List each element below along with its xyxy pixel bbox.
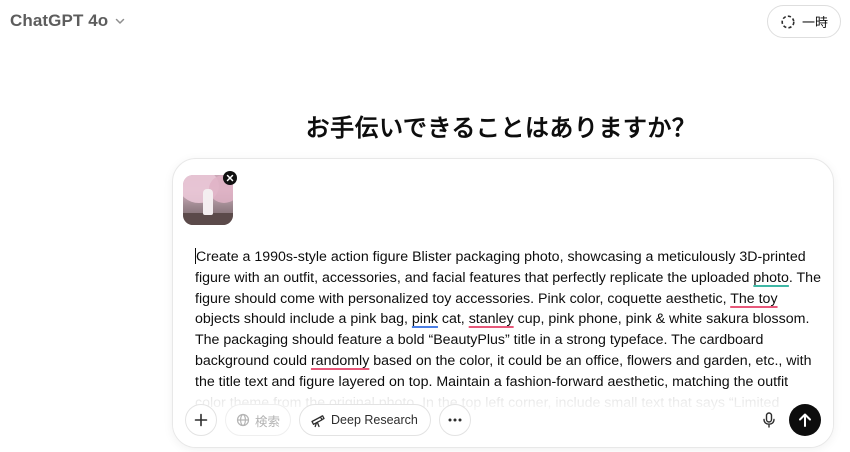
message-composer[interactable]: Create a 1990s-style action figure Blist… — [172, 158, 834, 448]
search-button[interactable]: 検索 — [225, 404, 292, 436]
ellipsis-icon — [448, 418, 462, 422]
composer-toolbar: 検索 Deep Research — [185, 403, 821, 437]
prompt-text: cat, — [437, 311, 469, 328]
spellcheck-word: photo — [753, 269, 789, 286]
globe-icon — [236, 413, 250, 427]
more-tools-button[interactable] — [438, 404, 471, 436]
plus-icon — [194, 413, 208, 427]
search-label: 検索 — [255, 413, 281, 429]
temporary-chat-button[interactable]: 一時 — [766, 5, 841, 38]
telescope-icon — [311, 414, 325, 427]
spellcheck-word: pink — [411, 311, 438, 328]
chat-page: ChatGPT 4o 一時 お手伝いできることはありますか？ Create a … — [0, 0, 850, 452]
model-selector[interactable]: ChatGPT 4o — [10, 11, 126, 31]
microphone-icon — [763, 412, 775, 428]
remove-attachment-button[interactable] — [223, 171, 237, 185]
arrow-up-icon — [799, 413, 811, 427]
prompt-text: Create a 1990s-style action figure Blist… — [195, 249, 806, 286]
attach-button[interactable] — [185, 404, 217, 436]
close-icon — [226, 174, 234, 182]
temporary-chat-icon — [780, 14, 796, 30]
spellcheck-word: randomly — [310, 352, 370, 369]
send-button[interactable] — [789, 404, 821, 436]
thumbnail-person — [203, 189, 213, 215]
chevron-down-icon — [114, 15, 126, 27]
temporary-chat-label: 一時 — [801, 16, 828, 31]
spellcheck-word: The toy — [730, 290, 778, 307]
model-name: ChatGPT 4o — [10, 11, 109, 30]
spellcheck-word: stanley — [468, 311, 514, 328]
voice-input-button[interactable] — [753, 404, 785, 436]
deep-research-label: Deep Research — [331, 413, 418, 427]
deep-research-button[interactable]: Deep Research — [299, 404, 431, 436]
prompt-text: objects should include a pink bag, — [195, 311, 412, 328]
prompt-input[interactable]: Create a 1990s-style action figure Blist… — [195, 247, 821, 413]
page-title: お手伝いできることはありますか？ — [305, 114, 697, 142]
